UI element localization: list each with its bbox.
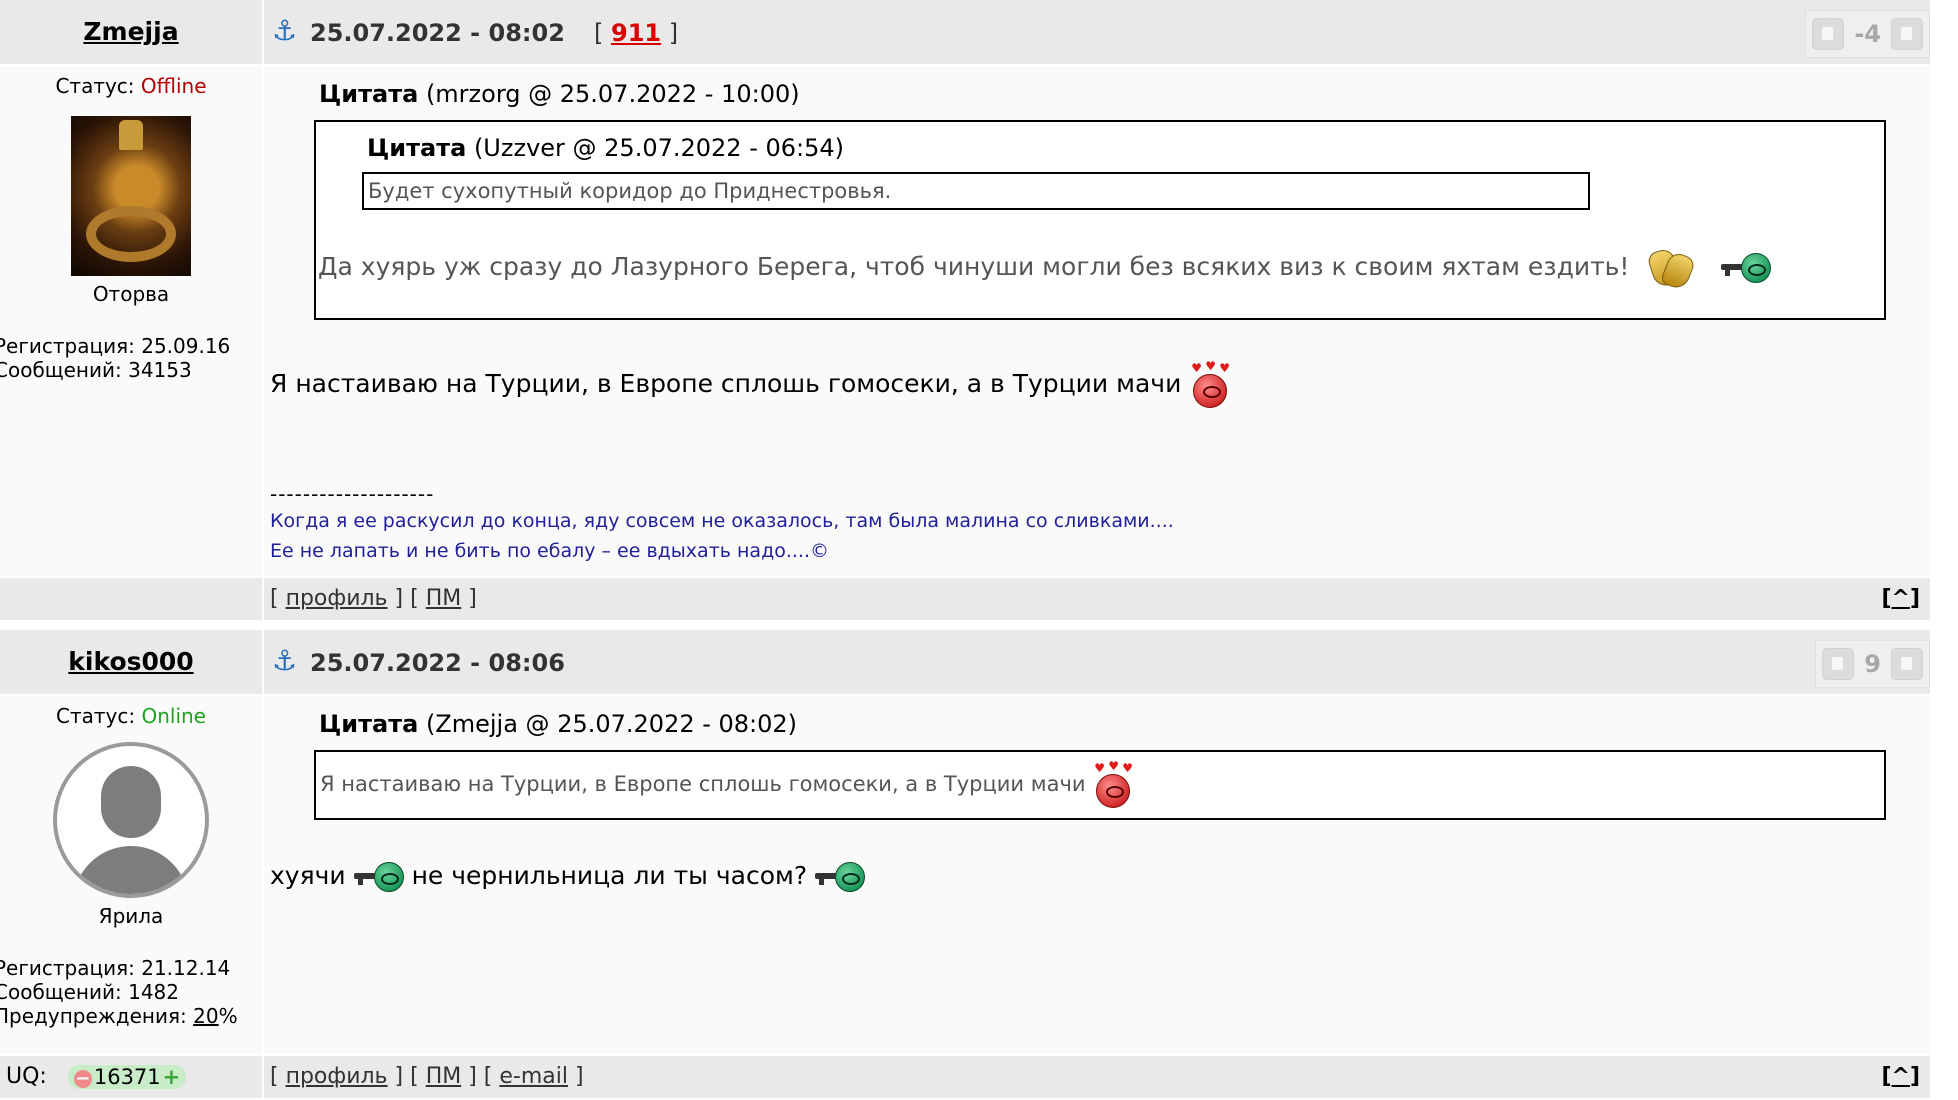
post-footer: [ профиль ] [ ПМ ] [^] [264, 578, 1930, 620]
avatar [53, 742, 209, 898]
back-to-top-link[interactable]: ^ [1892, 1064, 1910, 1089]
uq-rating: UQ: −16371+ [6, 1056, 187, 1098]
quote-header: Цитата (mrzorg @ 25.07.2022 - 10:00) [319, 80, 800, 108]
nested-quote-block: Будет сухопутный коридор до Приднестровь… [362, 172, 1590, 210]
author-status: Статус: Online [56, 704, 206, 728]
author-name-link[interactable]: Zmejja [83, 17, 178, 46]
signature-line: Ее не лапать и не бить по ебалу – ее вды… [270, 540, 829, 562]
quote-block: Цитата (Uzzver @ 25.07.2022 - 06:54) Буд… [314, 120, 1886, 320]
in-love-smiley-icon: ♥ ♥ ♥ [1092, 760, 1133, 808]
registration-line: Регистрация: 21.12.14 [0, 956, 231, 980]
nested-quote-header: Цитата (Uzzver @ 25.07.2022 - 06:54) [367, 134, 845, 162]
post-actions: [ профиль ] [ ПМ ] [270, 586, 477, 611]
post-number: [ 911 ] [594, 19, 679, 47]
in-love-smiley-icon: ♥ ♥ ♥ [1189, 360, 1230, 408]
pm-link[interactable]: ПМ [426, 586, 462, 611]
email-link[interactable]: e-mail [499, 1064, 568, 1089]
gun-smiley-icon [815, 860, 866, 894]
post-message: хуячи не чернильница ли ты часом? [270, 860, 866, 894]
post-footer: [ профиль ] [ ПМ ] [ e-mail ] [^] [264, 1056, 1930, 1098]
author-panel: Статус: Online Ярила Регистрация: 21.12.… [0, 696, 262, 1054]
thumb-up-icon[interactable] [1891, 18, 1923, 50]
minus-icon[interactable]: − [73, 1070, 92, 1088]
post-header: ⚓ 25.07.2022 - 08:06 9 [264, 630, 1930, 694]
author-info: Регистрация: 25.09.16 Сообщений: 34153 [0, 334, 262, 382]
author-footer [0, 578, 262, 620]
anchor-icon[interactable]: ⚓ [272, 14, 297, 48]
messages-count-line: Сообщений: 1482 [0, 980, 179, 1004]
gun-smiley-icon [353, 860, 404, 894]
post-body: Цитата (mrzorg @ 25.07.2022 - 10:00) Цит… [264, 66, 1930, 576]
signature-line: Когда я ее раскусил до конца, яду совсем… [270, 510, 1174, 532]
registration-line: Регистрация: 25.09.16 [0, 334, 231, 358]
author-rank: Ярила [98, 904, 164, 928]
quote-header: Цитата (Zmejja @ 25.07.2022 - 08:02) [319, 710, 798, 738]
signature-separator: -------------------- [270, 482, 435, 506]
messages-count-line: Сообщений: 34153 [0, 358, 192, 382]
back-to-top-link[interactable]: ^ [1892, 586, 1910, 611]
post-body: Цитата (Zmejja @ 25.07.2022 - 08:02) Я н… [264, 696, 1930, 1054]
status-online: Online [141, 704, 206, 728]
warnings-link[interactable]: 20 [193, 1004, 218, 1028]
rating-value: 9 [1864, 650, 1881, 678]
post-message: Я настаиваю на Турции, в Европе сплошь г… [270, 360, 1230, 408]
post-number-link[interactable]: 911 [611, 19, 661, 47]
rating-box: -4 [1805, 10, 1930, 58]
quote-block: Я настаиваю на Турции, в Европе сплошь г… [314, 750, 1886, 820]
author-status: Статус: Offline [55, 74, 207, 98]
thumb-down-icon[interactable] [1812, 18, 1845, 50]
rating-box: 9 [1815, 640, 1930, 688]
pm-link[interactable]: ПМ [426, 1064, 462, 1089]
author-info: Регистрация: 21.12.14 Сообщений: 1482 Пр… [0, 956, 262, 1028]
author-rank: Оторва [92, 282, 170, 306]
warnings-line: Предупреждения: 20% [0, 1004, 238, 1028]
quote-text-line: Да хуярь уж сразу до Лазурного Берега, ч… [318, 244, 1772, 292]
post-date: 25.07.2022 - 08:02 [310, 19, 565, 47]
profile-link[interactable]: профиль [286, 1064, 388, 1089]
post-header: ⚓ 25.07.2022 - 08:02 [ 911 ] -4 [264, 0, 1930, 64]
author-footer: UQ: −16371+ [0, 1056, 262, 1098]
forum-post: Zmejja ⚓ 25.07.2022 - 08:02 [ 911 ] -4 С… [0, 0, 1930, 620]
author-name-link[interactable]: kikos000 [68, 647, 193, 676]
uq-badge: −16371+ [67, 1065, 187, 1089]
nested-quote-text: Будет сухопутный коридор до Приднестровь… [368, 179, 892, 203]
status-offline: Offline [140, 74, 207, 98]
thumb-up-icon[interactable] [1891, 648, 1923, 680]
thumb-down-icon[interactable] [1822, 648, 1855, 680]
post-actions: [ профиль ] [ ПМ ] [ e-mail ] [270, 1064, 584, 1089]
author-panel: Статус: Offline Оторва Регистрация: 25.0… [0, 66, 262, 576]
anchor-icon[interactable]: ⚓ [272, 644, 297, 678]
author-header: kikos000 [0, 630, 262, 694]
back-to-top: [^] [1881, 586, 1920, 611]
gun-smiley-icon [1721, 251, 1772, 285]
rating-value: -4 [1854, 20, 1881, 48]
author-header: Zmejja [0, 0, 262, 64]
quote-text-line: Я настаиваю на Турции, в Европе сплошь г… [320, 760, 1133, 808]
profile-link[interactable]: профиль [286, 586, 388, 611]
plus-icon[interactable]: + [163, 1065, 181, 1089]
avatar [71, 116, 191, 276]
back-to-top: [^] [1881, 1064, 1920, 1089]
forum-post: kikos000 ⚓ 25.07.2022 - 08:06 9 Статус: … [0, 630, 1930, 1100]
clapping-hands-icon [1646, 244, 1697, 292]
post-date: 25.07.2022 - 08:06 [310, 649, 565, 677]
